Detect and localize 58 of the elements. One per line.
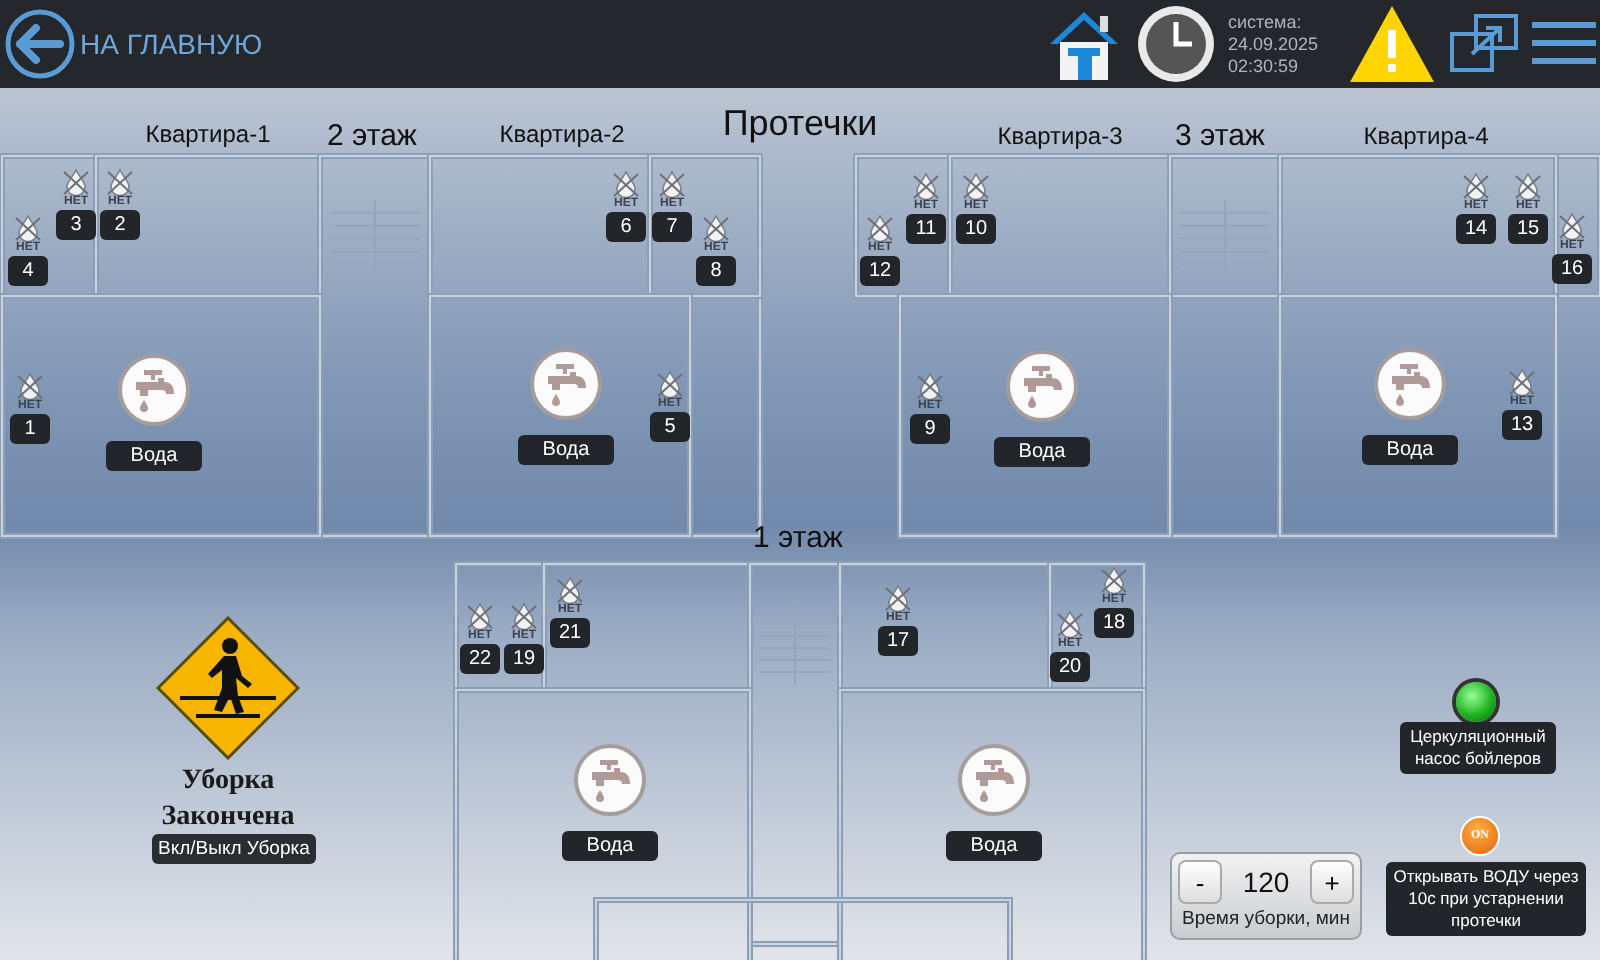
time-text: 02:30:59 [1228, 55, 1301, 77]
timer-label: Время уборки, мин [1182, 908, 1350, 930]
valve-label[interactable]: Вода [994, 437, 1090, 467]
valve-label[interactable]: Вода [1362, 435, 1458, 465]
apartment-label: Квартира-2 [499, 120, 625, 148]
water-tap-icon[interactable] [118, 354, 190, 426]
apartment-label: Квартира-4 [1363, 122, 1489, 150]
water-tap-icon[interactable] [574, 744, 646, 816]
sensor-number[interactable]: 11 [906, 214, 946, 244]
timer-value: 120 [1240, 866, 1292, 898]
water-tap-icon[interactable] [958, 744, 1030, 816]
sensor-number[interactable]: 19 [504, 644, 544, 674]
sensor-number[interactable]: 15 [1508, 214, 1548, 244]
floor-label: 2 этаж [327, 119, 417, 153]
increase-button[interactable]: + [1310, 860, 1354, 904]
water-tap-icon[interactable] [1006, 350, 1078, 422]
auto-open-label: Открывать ВОДУ через 10с при устарнении протечки [1386, 862, 1586, 936]
sensor-number[interactable]: 8 [696, 256, 736, 286]
sensor-number[interactable]: 6 [606, 212, 646, 242]
sensor-number[interactable]: 5 [650, 412, 690, 442]
water-tap-icon[interactable] [1374, 348, 1446, 420]
valve-label[interactable]: Вода [106, 441, 202, 471]
sensor-number[interactable]: 7 [652, 212, 692, 242]
sensor-number[interactable]: 9 [910, 414, 950, 444]
cleaning-status: Уборка Закончена [159, 764, 297, 836]
floor-label: 1 этаж [753, 521, 843, 555]
warning-icon[interactable] [1348, 4, 1436, 84]
sensor-number[interactable]: 4 [8, 256, 48, 286]
sensor-number[interactable]: 17 [878, 626, 918, 656]
sensor-number[interactable]: 2 [100, 210, 140, 240]
pump-label: Церкуляционный насос бойлеров [1400, 722, 1556, 774]
floor-label: 3 этаж [1175, 119, 1265, 153]
sensor-number[interactable]: 10 [956, 214, 996, 244]
back-button[interactable]: НА ГЛАВНУЮ [4, 8, 263, 80]
valve-label[interactable]: Вода [562, 831, 658, 861]
sensor-number[interactable]: 16 [1552, 254, 1592, 284]
pedestrian-sign-icon [156, 616, 300, 760]
date-text: 24.09.2025 [1228, 33, 1321, 55]
sensor-number[interactable]: 21 [550, 618, 590, 648]
valve-label[interactable]: Вода [946, 831, 1042, 861]
sensor-number[interactable]: 13 [1502, 410, 1542, 440]
sensor-number[interactable]: 18 [1094, 608, 1134, 638]
sensor-number[interactable]: 14 [1456, 214, 1496, 244]
sensor-number[interactable]: 1 [10, 414, 50, 444]
sensor-number[interactable]: 20 [1050, 652, 1090, 682]
water-tap-icon[interactable] [530, 348, 602, 420]
apartment-label: Квартира-1 [145, 120, 271, 148]
page-title: Протечки [722, 103, 878, 145]
clock-icon [1136, 4, 1216, 84]
sensor-number[interactable]: 22 [460, 644, 500, 674]
apartment-label: Квартира-3 [997, 122, 1123, 150]
system-label: система: [1228, 11, 1304, 33]
window-icon[interactable] [1448, 10, 1520, 78]
cleaning-toggle-button[interactable]: Вкл/Выкл Уборка [152, 834, 316, 864]
sensor-number[interactable]: 3 [56, 210, 96, 240]
valve-label[interactable]: Вода [518, 435, 614, 465]
decrease-button[interactable]: - [1178, 860, 1222, 904]
sensor-number[interactable]: 12 [860, 256, 900, 286]
